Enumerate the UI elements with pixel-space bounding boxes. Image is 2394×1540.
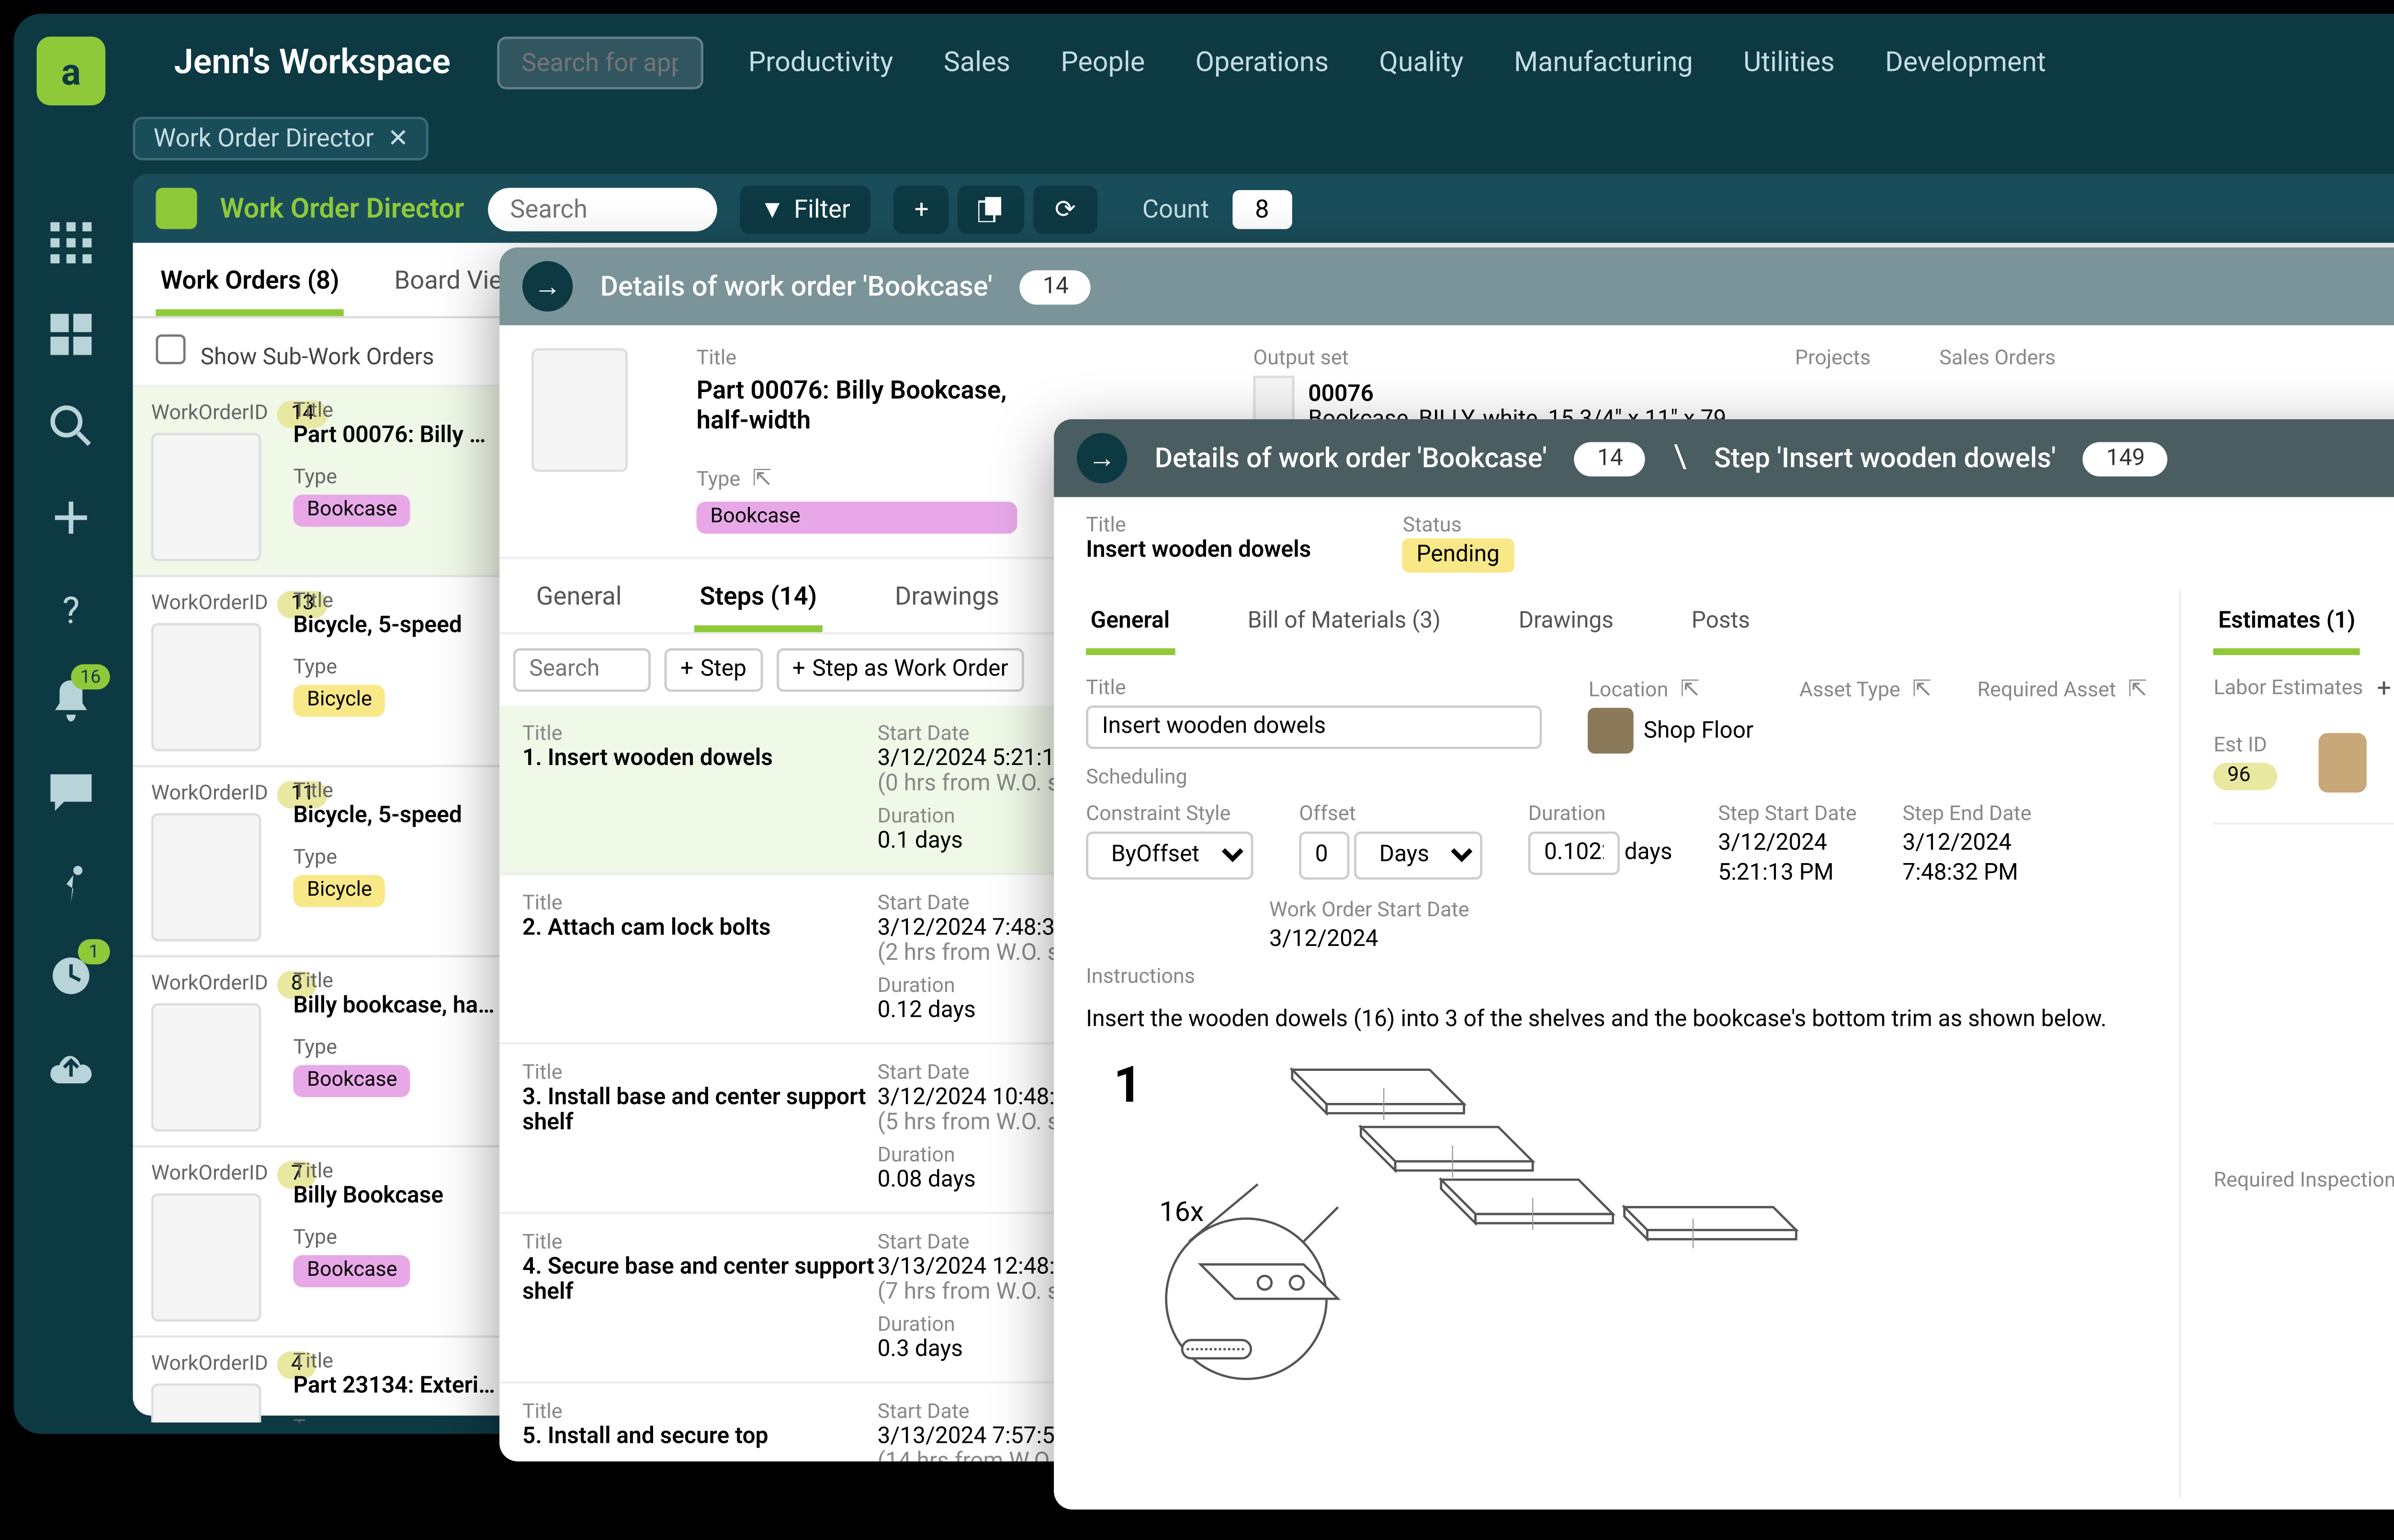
constraint-style-select[interactable]: ByOffset — [1086, 832, 1253, 879]
back-button[interactable]: → — [1077, 433, 1127, 483]
refresh-button[interactable]: ⟳ — [1034, 184, 1096, 232]
show-sub-checkbox[interactable]: Show Sub-Work Orders — [156, 333, 434, 370]
tab-general[interactable]: General — [531, 573, 626, 632]
nav-productivity[interactable]: Productivity — [748, 46, 893, 78]
clock-badge: 1 — [78, 939, 110, 965]
add-estimate-button[interactable]: + — [2377, 674, 2391, 703]
search-icon[interactable] — [14, 380, 128, 472]
toolbar: Work Order Director ▼ Filter + ⟳ Count 8… — [133, 174, 2394, 243]
tab-work-orders[interactable]: Work Orders (8) — [156, 257, 344, 316]
dashboard-icon[interactable] — [14, 289, 128, 380]
breadcrumb-separator-icon: \ — [1673, 440, 1687, 477]
help-icon[interactable]: ? — [14, 563, 128, 655]
tab-work-order-director[interactable]: Work Order Director ✕ — [133, 116, 429, 159]
external-link-icon[interactable]: ⇱ — [752, 467, 771, 493]
nav-sales[interactable]: Sales — [944, 46, 1010, 78]
page-title: Work Order Director — [220, 192, 464, 225]
wo-thumbnail — [151, 1193, 261, 1322]
svg-text:1: 1 — [1114, 1055, 1142, 1114]
external-link-icon[interactable]: ⇱ — [1680, 678, 1699, 703]
copy-button[interactable] — [959, 184, 1025, 232]
step-right-panel: Estimates (1) Allocations Assignees Labo… — [2181, 591, 2394, 1498]
page-icon — [156, 188, 197, 229]
tab-estimates[interactable]: Estimates (1) — [2213, 600, 2360, 655]
step-left-panel: General Bill of Materials (3) Drawings P… — [1054, 591, 2181, 1498]
step-crumb-1: Details of work order 'Bookcase' — [1155, 442, 1547, 474]
external-link-icon[interactable]: ⇱ — [2128, 678, 2147, 703]
nav-development[interactable]: Development — [1885, 46, 2046, 78]
wo-thumbnail — [151, 813, 261, 942]
nav-menu: Productivity Sales People Operations Qua… — [748, 46, 2046, 78]
panel-id-pill: 14 — [1020, 269, 1092, 304]
wo-thumbnail — [151, 433, 261, 561]
panel-header: → Details of work order 'Bookcase' 14 ▣ … — [499, 247, 2394, 326]
wo-thumbnail — [531, 348, 628, 472]
step-panel-header: → Details of work order 'Bookcase' 14 \ … — [1054, 419, 2394, 497]
bell-badge: 16 — [71, 664, 110, 690]
external-link-icon[interactable]: ⇱ — [1912, 678, 1931, 703]
nav-quality[interactable]: Quality — [1379, 46, 1463, 78]
tab-posts[interactable]: Posts — [1687, 600, 1754, 655]
nav-utilities[interactable]: Utilities — [1743, 46, 1835, 78]
offset-input[interactable] — [1299, 832, 1349, 879]
estimate-thumb — [2319, 733, 2366, 792]
back-button[interactable]: → — [522, 261, 573, 311]
clock-icon[interactable]: 1 — [14, 930, 128, 1022]
nav-people[interactable]: People — [1061, 46, 1145, 78]
upload-icon[interactable] — [14, 1022, 128, 1113]
assembly-diagram: 1 16x — [1086, 1047, 1842, 1436]
bell-icon[interactable]: 16 — [14, 655, 128, 747]
type-badge: Bookcase — [697, 502, 1017, 534]
step-title-input[interactable] — [1086, 706, 1543, 749]
status-badge: Pending — [1403, 538, 1513, 573]
add-icon[interactable] — [14, 472, 128, 563]
panel-title: Details of work order 'Bookcase' — [600, 270, 993, 303]
wo-thumbnail — [151, 1383, 261, 1422]
step-panel: → Details of work order 'Bookcase' 14 \ … — [1054, 419, 2394, 1510]
workspace-title: Jenn's Workspace — [174, 41, 451, 82]
tab-drawings[interactable]: Drawings — [1514, 600, 1618, 655]
search-app-input[interactable] — [497, 35, 703, 88]
apps-icon[interactable] — [14, 197, 128, 289]
tab-general[interactable]: General — [1086, 600, 1174, 655]
crumb-id-2: 149 — [2083, 441, 2168, 475]
offset-unit-select[interactable]: Days — [1354, 832, 1482, 879]
step-crumb-2: Step 'Insert wooden dowels' — [1714, 442, 2056, 474]
svg-text:16x: 16x — [1159, 1196, 1204, 1228]
add-button[interactable]: + — [894, 184, 949, 232]
count-value: 8 — [1232, 189, 1292, 228]
icon-rail: a ? 16 1 — [14, 14, 128, 1434]
tab-bom[interactable]: Bill of Materials (3) — [1243, 600, 1445, 655]
run-icon[interactable] — [14, 838, 128, 930]
count-label: Count — [1142, 193, 1209, 223]
instructions-text: Insert the wooden dowels (16) into 3 of … — [1086, 1008, 2147, 1033]
add-step-wo-button[interactable]: + Step as Work Order — [776, 648, 1024, 692]
close-icon[interactable]: ✕ — [388, 123, 409, 152]
nav-manufacturing[interactable]: Manufacturing — [1514, 46, 1693, 78]
chat-icon[interactable] — [14, 747, 128, 838]
wo-thumbnail — [151, 623, 261, 752]
crumb-id-1: 14 — [1574, 441, 1646, 475]
add-step-button[interactable]: + Step — [665, 648, 763, 692]
app-logo-icon[interactable]: a — [37, 37, 106, 106]
location-thumb — [1589, 708, 1635, 754]
nav-operations[interactable]: Operations — [1195, 46, 1329, 78]
duration-input[interactable] — [1528, 832, 1620, 875]
tab-drawings[interactable]: Drawings — [890, 573, 1004, 632]
step-summary: TitleInsert wooden dowels StatusPending … — [1054, 497, 2394, 591]
toolbar-search-input[interactable] — [487, 187, 716, 230]
tab-steps[interactable]: Steps (14) — [695, 573, 822, 632]
steps-search-input[interactable] — [513, 648, 651, 692]
filter-button[interactable]: ▼ Filter — [739, 184, 871, 232]
top-bar: Jenn's Workspace Productivity Sales Peop… — [128, 14, 2394, 110]
wo-thumbnail — [151, 1003, 261, 1132]
tab-strip: Work Order Director ✕ — [133, 110, 2394, 165]
